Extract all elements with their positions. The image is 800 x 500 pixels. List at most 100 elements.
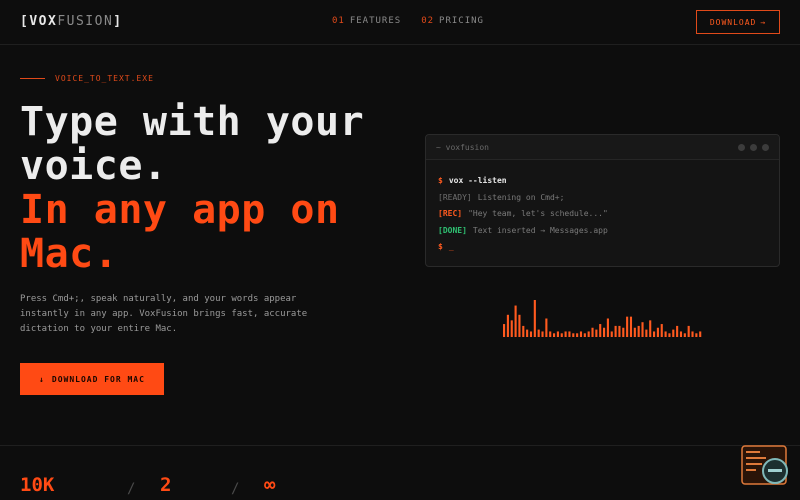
logo-bracket-close: ]: [113, 14, 123, 29]
waveform-bar: [522, 325, 525, 337]
logo-main: VOX: [29, 14, 58, 29]
header-download-label: DOWNLOAD: [709, 17, 757, 27]
nav-pricing-label: PRICING: [439, 16, 484, 26]
header-download-button[interactable]: DOWNLOAD →: [696, 10, 780, 34]
terminal-line: $ vox --listen: [438, 173, 767, 190]
terminal-output: "Hey team, let's schedule...": [468, 209, 608, 218]
waveform-bar: [614, 325, 617, 337]
hero-title-line-1: Type with your: [20, 99, 365, 145]
waveform-bar: [553, 333, 556, 337]
waveform-bar: [637, 325, 640, 337]
waveform-bar: [568, 331, 571, 337]
waveform-bar: [541, 331, 544, 337]
waveform-bar: [626, 316, 629, 337]
waveform-bar: [510, 320, 513, 337]
window-controls: [738, 144, 769, 151]
waveform-bar: [529, 331, 533, 337]
waveform-bar: [691, 331, 694, 337]
waveform-bar: [660, 324, 663, 337]
waveform-bar: [653, 331, 656, 337]
main-nav: 01 FEATURES 02 PRICING: [332, 16, 484, 26]
download-for-mac-button[interactable]: ↓ DOWNLOAD FOR MAC: [20, 363, 164, 395]
nav-pricing-number: 02: [421, 16, 435, 26]
waveform-bar: [645, 329, 648, 337]
tag-line-decoration: [20, 78, 45, 79]
logo-accent: FUSION: [57, 14, 114, 29]
status-rec: [REC]: [438, 209, 463, 218]
window-dot-icon[interactable]: [762, 144, 769, 151]
waveform-bar: [664, 331, 667, 337]
hero-tag-label: VOICE_TO_TEXT.EXE: [55, 74, 154, 83]
waveform-bar: [629, 316, 633, 337]
terminal-line: [READY] Listening on Cmd+;: [438, 190, 767, 207]
waveform-bar: [506, 314, 509, 337]
waveform-bar: [641, 322, 644, 337]
waveform-bar: [583, 333, 586, 337]
waveform-bar: [683, 333, 686, 337]
terminal-output: Text inserted → Messages.app: [472, 225, 608, 235]
waveform-bar: [622, 327, 625, 337]
download-for-mac-label: DOWNLOAD FOR MAC: [51, 374, 145, 384]
stat-separator: /: [231, 481, 240, 497]
waveform-bar: [656, 327, 659, 337]
audio-waveform: [503, 300, 702, 337]
floating-assistant-icon[interactable]: [741, 445, 791, 487]
nav-pricing[interactable]: 02 PRICING: [421, 16, 484, 26]
hero-tag: VOICE_TO_TEXT.EXE: [20, 74, 154, 83]
hero-title-line-2: voice.: [20, 143, 168, 189]
waveform-bar: [599, 324, 602, 337]
nav-features[interactable]: 01 FEATURES: [332, 16, 401, 26]
waveform-bar: [649, 320, 652, 337]
window-dot-icon[interactable]: [750, 144, 757, 151]
waveform-bar: [560, 333, 563, 337]
waveform-bar: [618, 325, 621, 337]
site-header: [VOXFUSION] 01 FEATURES 02 PRICING DOWNL…: [0, 0, 800, 45]
terminal-window: ~ voxfusion $ vox --listen [READY] Liste…: [425, 134, 780, 267]
terminal-line: $ _: [438, 239, 767, 256]
waveform-bar: [518, 314, 521, 337]
waveform-bar: [687, 325, 690, 337]
terminal-body: $ vox --listen [READY] Listening on Cmd+…: [426, 160, 779, 256]
waveform-bar: [572, 333, 575, 337]
waveform-bar: [668, 333, 671, 337]
hero-title: Type with your voice. In any app on Mac.: [20, 100, 364, 276]
waveform-bar: [579, 331, 583, 337]
waveform-bar: [533, 300, 536, 337]
stat-value: 2: [160, 474, 172, 496]
waveform-bar: [591, 327, 594, 337]
terminal-title-bar: ~ voxfusion: [426, 135, 779, 160]
section-divider: [0, 445, 800, 446]
terminal-cursor: _: [448, 242, 454, 251]
waveform-bar: [564, 331, 567, 337]
terminal-line: [REC] "Hey team, let's schedule...": [438, 206, 767, 223]
waveform-bar: [587, 331, 590, 337]
waveform-bar: [537, 329, 540, 337]
waveform-bar: [672, 329, 675, 337]
waveform-bar: [576, 333, 579, 337]
waveform-bar: [603, 327, 606, 337]
arrow-right-icon: →: [760, 17, 767, 27]
waveform-bar: [556, 331, 559, 337]
logo[interactable]: [VOXFUSION]: [20, 14, 123, 29]
terminal-output: Listening on Cmd+;: [477, 192, 565, 202]
stat-value: 10K: [20, 474, 55, 496]
terminal-prompt: $: [438, 176, 443, 185]
waveform-bar: [545, 318, 548, 337]
terminal-line: [DONE] Text inserted → Messages.app: [438, 223, 767, 240]
waveform-bar: [699, 331, 702, 337]
logo-bracket-open: [: [20, 14, 30, 29]
waveform-bar: [676, 325, 679, 337]
stat-value: ∞: [264, 474, 276, 496]
waveform-bar: [606, 318, 609, 337]
waveform-bar: [610, 331, 613, 337]
hero-title-line-3: In any app on: [20, 187, 340, 233]
waveform-bar: [679, 331, 683, 337]
waveform-bar: [514, 305, 517, 337]
hero-title-line-4: Mac.: [20, 231, 119, 277]
waveform-bar: [549, 331, 552, 337]
waveform-bar: [526, 329, 529, 337]
waveform-bar: [503, 324, 506, 337]
waveform-bar: [633, 327, 636, 337]
window-dot-icon[interactable]: [738, 144, 745, 151]
waveform-bar: [595, 329, 598, 337]
